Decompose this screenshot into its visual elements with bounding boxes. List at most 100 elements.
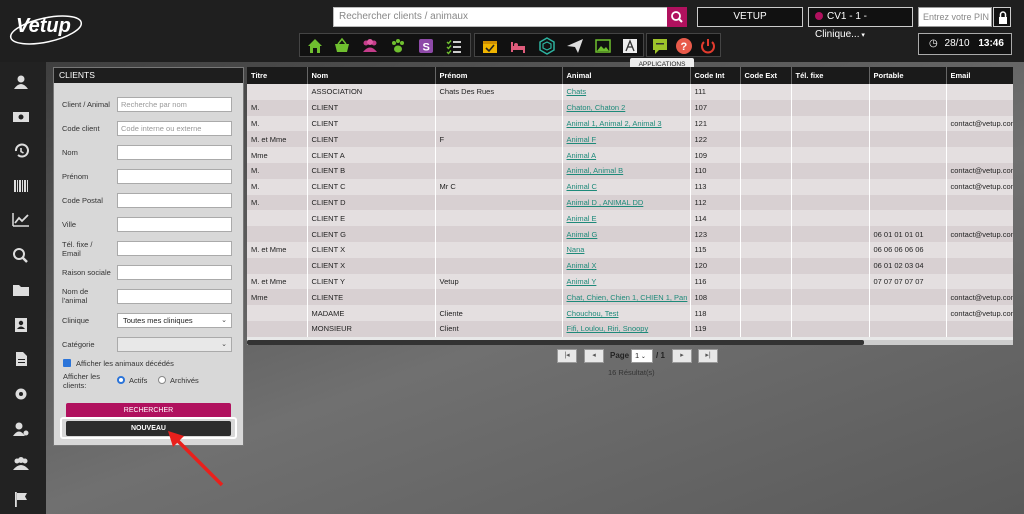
lock-button[interactable] [993, 7, 1011, 27]
appstore-icon[interactable] [621, 37, 639, 55]
column-header[interactable]: Code Int [690, 67, 741, 84]
column-header[interactable]: Prénom [435, 67, 563, 84]
show-deceased-checkbox[interactable] [63, 359, 71, 367]
vetup-button[interactable]: VETUP [697, 7, 803, 27]
hexagon-icon[interactable] [538, 37, 556, 55]
animal-link[interactable]: Chouchou, Test [567, 309, 619, 318]
animal-link[interactable]: Animal A [567, 151, 597, 160]
animal-link[interactable]: Animal E [567, 214, 597, 223]
search-button[interactable]: RECHERCHER [66, 403, 231, 418]
animal-link[interactable]: Animal X [567, 261, 597, 270]
cell-animal[interactable]: Chaton, Chaton 2 [562, 99, 691, 116]
animal-link[interactable]: Animal F [567, 135, 597, 144]
code-postal-input[interactable] [117, 193, 232, 208]
barcode-icon[interactable] [12, 178, 30, 194]
basket-icon[interactable] [333, 37, 351, 55]
column-header[interactable]: Nom [307, 67, 436, 84]
raison-sociale-input[interactable] [117, 265, 232, 280]
radio-actifs[interactable] [117, 376, 125, 384]
checklist-icon[interactable] [445, 37, 463, 55]
image-icon[interactable] [594, 37, 612, 55]
code-client-input[interactable]: Code interne ou externe [117, 121, 232, 136]
table-row[interactable]: CLIENT G Animal G 123 06 01 01 01 01 contact… [247, 226, 1013, 242]
calendar-check-icon[interactable] [481, 37, 499, 55]
cell-animal[interactable]: Animal C [562, 178, 691, 195]
table-row[interactable]: M. CLIENT D Animal D , ANIMAL DD 112 [247, 194, 1013, 211]
paw-icon[interactable] [389, 37, 407, 55]
money-icon[interactable] [12, 109, 30, 125]
prev-page-button[interactable]: ◂ [584, 349, 604, 363]
categorie-select[interactable]: ⌄ [117, 337, 232, 352]
table-row[interactable]: M. et Mme CLIENT X Nana 115 06 06 06 06 06 [247, 241, 1013, 258]
cell-animal[interactable]: Animal, Animal B [562, 162, 691, 179]
cell-animal[interactable]: Chouchou, Test [562, 305, 691, 321]
cell-animal[interactable]: Chats [562, 84, 691, 100]
table-row[interactable]: Mme CLIENT A Animal A 109 [247, 147, 1013, 163]
nom-animal-input[interactable] [117, 289, 232, 304]
horizontal-scrollbar[interactable] [247, 340, 1013, 345]
tel-email-input[interactable] [117, 241, 232, 256]
user-settings-icon[interactable] [12, 421, 30, 437]
flag-icon[interactable] [12, 491, 30, 507]
animal-link[interactable]: Animal, Animal B [567, 166, 624, 175]
folder-icon[interactable] [12, 282, 30, 298]
cell-animal[interactable]: Chat, Chien, Chien 1, CHIEN 1, Pan [562, 289, 691, 306]
scrollbar-thumb[interactable] [247, 340, 864, 345]
search-input[interactable]: Rechercher clients / animaux [333, 7, 668, 27]
animal-link[interactable]: Fifi, Loulou, Riri, Snoopy [567, 324, 649, 333]
page-select[interactable]: 1 ⌄ [631, 349, 653, 363]
table-row[interactable]: M. et Mme CLIENT F Animal F 122 [247, 131, 1013, 148]
cell-animal[interactable]: Animal Y [562, 273, 691, 290]
nom-input[interactable] [117, 145, 232, 160]
column-header[interactable]: Titre [247, 67, 308, 84]
animal-link[interactable]: Animal C [567, 182, 597, 191]
power-icon[interactable] [699, 37, 717, 55]
animal-link[interactable]: Chat, Chien, Chien 1, CHIEN 1, Pan [567, 293, 688, 302]
home-icon[interactable] [306, 37, 324, 55]
settings-icon[interactable] [12, 386, 30, 402]
cell-animal[interactable]: Animal D , ANIMAL DD [562, 194, 691, 211]
chart-icon[interactable] [12, 212, 30, 228]
column-header[interactable]: Email [946, 67, 1013, 84]
client-animal-input[interactable]: Recherche par nom [117, 97, 232, 112]
first-page-button[interactable]: |◂ [557, 349, 577, 363]
users-icon[interactable] [12, 74, 30, 90]
ville-input[interactable] [117, 217, 232, 232]
animal-link[interactable]: Animal G [567, 230, 598, 239]
search-button[interactable] [667, 7, 687, 27]
animal-link[interactable]: Animal D , ANIMAL DD [567, 198, 644, 207]
chat-icon[interactable] [651, 37, 669, 55]
column-header[interactable]: Animal [562, 67, 691, 84]
table-row[interactable]: MONSIEUR Client Fifi, Loulou, Riri, Snoopy… [247, 320, 1013, 337]
s-icon[interactable]: S [417, 37, 435, 55]
cell-animal[interactable]: Animal X [562, 257, 691, 274]
table-row[interactable]: MADAME Cliente Chouchou, Test 118 contact@ve… [247, 305, 1013, 321]
cell-animal[interactable]: Animal F [562, 131, 691, 148]
table-row[interactable]: M. CLIENT Chaton, Chaton 2 107 [247, 99, 1013, 116]
animal-link[interactable]: Chaton, Chaton 2 [567, 103, 626, 112]
search-icon[interactable] [12, 247, 30, 263]
prenom-input[interactable] [117, 169, 232, 184]
animal-link[interactable]: Animal 1, Animal 2, Animal 3 [567, 119, 662, 128]
table-row[interactable]: M. et Mme CLIENT Y Vetup Animal Y 116 07 07 0… [247, 273, 1013, 290]
table-row[interactable]: ASSOCIATION Chats Des Rues Chats 111 [247, 84, 1013, 100]
document-icon[interactable] [12, 351, 30, 367]
contact-icon[interactable] [12, 317, 30, 333]
table-row[interactable]: M. CLIENT C Mr C Animal C 113 contact@vetup.c… [247, 178, 1013, 195]
table-row[interactable]: M. CLIENT Animal 1, Animal 2, Animal 3 121 c… [247, 115, 1013, 132]
cell-animal[interactable]: Animal A [562, 147, 691, 163]
animal-link[interactable]: Chats [567, 87, 587, 96]
cell-animal[interactable]: Fifi, Loulou, Riri, Snoopy [562, 320, 691, 337]
radio-archives[interactable] [158, 376, 166, 384]
animal-link[interactable]: Nana [567, 245, 585, 254]
group-icon[interactable] [12, 456, 30, 472]
table-row[interactable]: CLIENT E Animal E 114 [247, 210, 1013, 227]
cell-animal[interactable]: Nana [562, 241, 691, 258]
vetup-logo[interactable]: Vetup [8, 8, 88, 46]
bed-icon[interactable] [509, 37, 527, 55]
send-icon[interactable] [566, 37, 584, 55]
table-row[interactable]: M. CLIENT B Animal, Animal B 110 contact@vet… [247, 162, 1013, 179]
column-header[interactable]: Code Ext [740, 67, 792, 84]
table-row[interactable]: CLIENT X Animal X 120 06 01 02 03 04 [247, 257, 1013, 274]
group-icon[interactable] [361, 37, 379, 55]
